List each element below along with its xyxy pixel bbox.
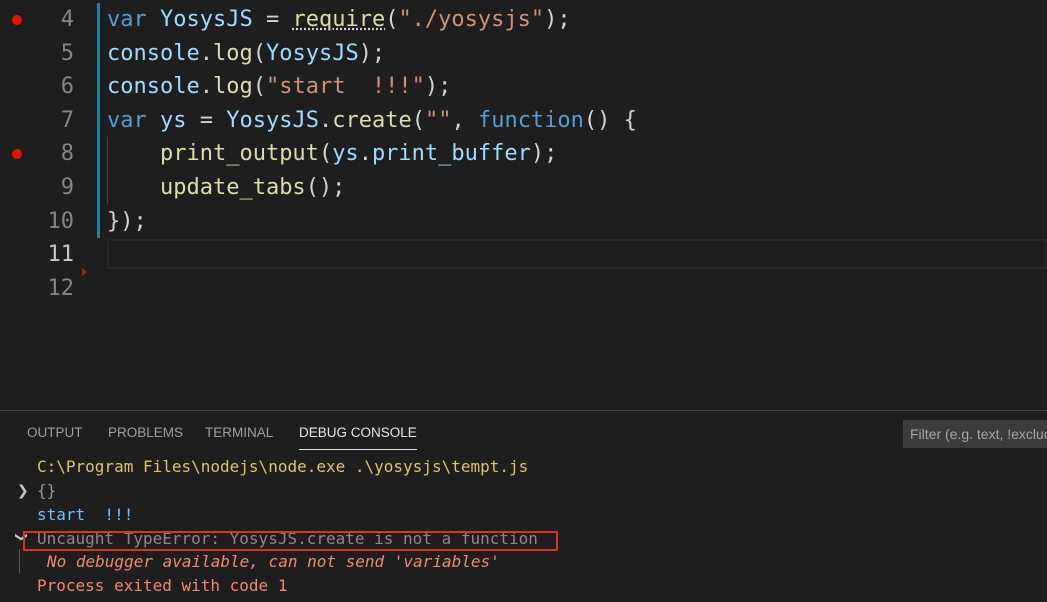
code-token: }); bbox=[107, 208, 147, 234]
code-token: require bbox=[292, 7, 386, 32]
console-command-line: C:\Program Files\nodejs\node.exe .\yosys… bbox=[37, 457, 529, 476]
modified-line-indicator bbox=[97, 70, 100, 104]
code-token: ( bbox=[411, 107, 425, 133]
modified-line-indicator bbox=[97, 171, 100, 205]
code-line[interactable]: 4 var YosysJS = require("./yosysjs"); bbox=[0, 3, 1047, 37]
code-token: ); bbox=[358, 40, 386, 66]
code-token: var bbox=[107, 7, 147, 32]
code-token: console bbox=[107, 40, 200, 66]
console-start-output: start !!! bbox=[37, 505, 134, 524]
code-token: "start !!!" bbox=[265, 74, 425, 100]
code-line[interactable]: 5 console.log(YosysJS); bbox=[0, 36, 1047, 71]
code-token: var bbox=[107, 107, 147, 133]
console-debugger-message: No debugger available, can not send 'var… bbox=[47, 552, 500, 571]
code-token: = bbox=[186, 107, 227, 133]
code-token: ( bbox=[252, 40, 266, 66]
modified-line-indicator bbox=[97, 137, 100, 171]
breakpoint-icon[interactable] bbox=[12, 149, 22, 160]
code-token: print_buffer bbox=[371, 141, 531, 167]
error-marker-icon bbox=[82, 268, 87, 276]
code-token: log bbox=[212, 40, 253, 66]
code-line[interactable]: 7 var ys = YosysJS.create("", function() … bbox=[0, 103, 1047, 138]
breakpoint-icon[interactable] bbox=[12, 15, 22, 25]
line-number: 11 bbox=[47, 242, 75, 268]
code-token: YosysJS bbox=[160, 7, 253, 32]
code-text[interactable]: update_tabs(); bbox=[107, 171, 345, 205]
code-token: ys bbox=[160, 107, 187, 133]
line-number: 9 bbox=[60, 175, 74, 200]
code-line[interactable]: 6 console.log("start !!!"); bbox=[0, 70, 1047, 104]
code-token: print_output bbox=[159, 141, 319, 167]
code-token: update_tabs bbox=[159, 175, 306, 200]
line-number: 5 bbox=[60, 40, 74, 66]
line-number: 7 bbox=[60, 107, 74, 133]
error-tree-guide bbox=[19, 549, 20, 573]
code-token: ); bbox=[424, 74, 452, 100]
tab-problems[interactable]: PROBLEMS bbox=[108, 425, 183, 440]
code-token: . bbox=[358, 141, 372, 167]
line-number: 8 bbox=[60, 141, 74, 167]
code-text[interactable]: var YosysJS = require("./yosysjs"); bbox=[107, 3, 571, 37]
modified-line-indicator bbox=[97, 3, 100, 37]
code-line[interactable]: 8 print_output(ys.print_buffer); bbox=[0, 137, 1047, 171]
code-token: log bbox=[212, 74, 253, 100]
line-number: 12 bbox=[47, 275, 75, 301]
console-filter-input[interactable]: Filter (e.g. text, !exclude) bbox=[903, 420, 1047, 448]
console-exit-message: Process exited with code 1 bbox=[37, 576, 288, 595]
tab-debug-console[interactable]: DEBUG CONSOLE bbox=[299, 425, 417, 450]
code-token: . bbox=[318, 107, 333, 133]
chevron-right-icon[interactable]: ❯ bbox=[17, 483, 29, 499]
code-token: "" bbox=[424, 107, 452, 133]
code-token: YosysJS bbox=[265, 40, 359, 66]
code-token: (); bbox=[305, 175, 346, 200]
line-number: 6 bbox=[60, 74, 74, 100]
code-token: console bbox=[107, 74, 200, 100]
code-text[interactable]: print_output(ys.print_buffer); bbox=[107, 137, 557, 171]
code-token: ); bbox=[530, 141, 558, 167]
code-line[interactable]: 12 bbox=[0, 272, 1047, 306]
code-token: , bbox=[451, 107, 478, 133]
code-token: ( bbox=[252, 74, 266, 100]
code-token: . bbox=[199, 74, 213, 100]
code-token: create bbox=[332, 107, 412, 133]
code-line[interactable]: 9 update_tabs(); bbox=[0, 171, 1047, 205]
code-editor[interactable]: 4 var YosysJS = require("./yosysjs"); 5 con… bbox=[0, 0, 1047, 410]
code-token: function bbox=[477, 107, 584, 133]
code-token: = bbox=[252, 7, 293, 32]
line-number: 10 bbox=[47, 208, 75, 234]
console-object-entry[interactable]: {} bbox=[37, 480, 56, 502]
code-token: YosysJS bbox=[226, 107, 319, 133]
code-token: ( bbox=[318, 141, 333, 167]
code-text[interactable]: console.log("start !!!"); bbox=[107, 70, 451, 104]
code-line[interactable]: 11 bbox=[0, 238, 1047, 272]
code-line[interactable]: 10}); bbox=[0, 204, 1047, 239]
tab-terminal[interactable]: TERMINAL bbox=[205, 425, 273, 440]
bottom-panel: OUTPUT PROBLEMS TERMINAL DEBUG CONSOLE F… bbox=[0, 410, 1047, 602]
modified-line-indicator bbox=[97, 204, 100, 239]
code-text[interactable]: console.log(YosysJS); bbox=[107, 37, 385, 71]
tab-output[interactable]: OUTPUT bbox=[27, 425, 83, 440]
code-token: ( bbox=[385, 7, 399, 32]
code-text[interactable]: var ys = YosysJS.create("", function() { bbox=[107, 104, 637, 138]
code-token: . bbox=[199, 40, 213, 66]
code-token: ys bbox=[332, 141, 359, 167]
line-number: 4 bbox=[60, 7, 74, 32]
error-highlight-box bbox=[23, 531, 558, 551]
modified-line-indicator bbox=[97, 36, 100, 71]
current-line-highlight bbox=[107, 239, 1047, 270]
modified-line-indicator bbox=[97, 103, 100, 138]
code-token: () { bbox=[583, 107, 637, 133]
code-token: "./yosysjs" bbox=[398, 7, 545, 32]
code-token: ); bbox=[544, 7, 571, 32]
code-text[interactable]: }); bbox=[107, 205, 147, 239]
